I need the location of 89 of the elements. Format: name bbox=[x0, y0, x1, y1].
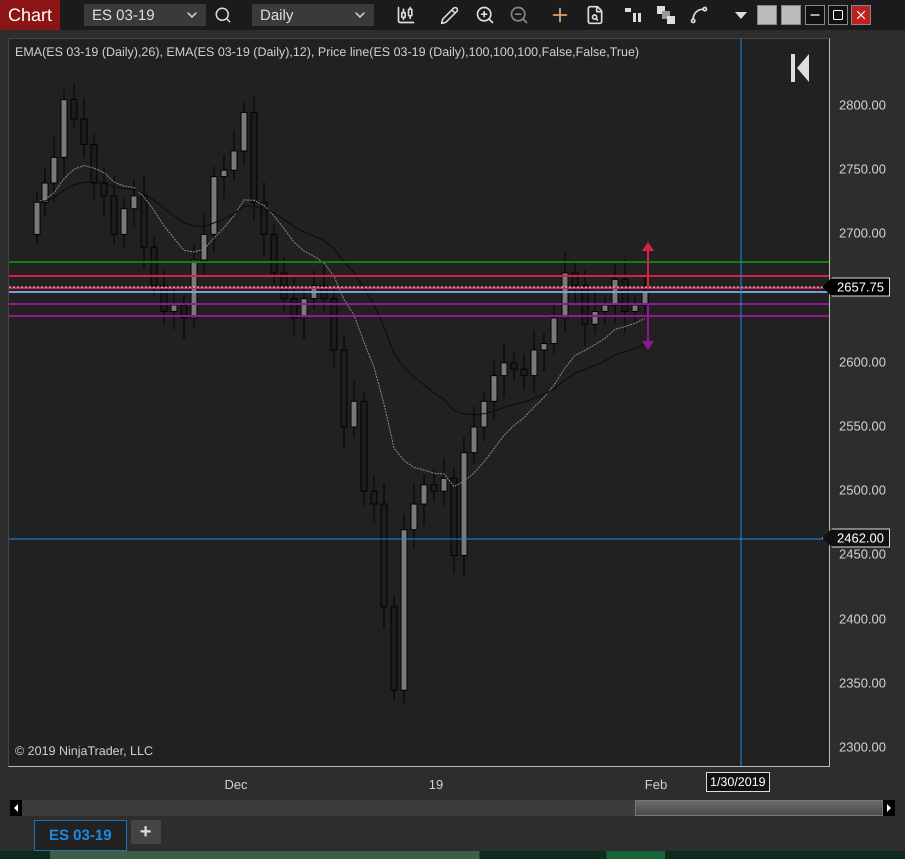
maximize-icon bbox=[832, 9, 844, 21]
candle bbox=[370, 475, 378, 523]
close-icon bbox=[854, 8, 868, 22]
candle bbox=[530, 328, 538, 394]
candle bbox=[510, 352, 518, 380]
right-arrow-icon bbox=[887, 804, 891, 812]
price-tick: 2750.00 bbox=[839, 162, 886, 177]
candle bbox=[270, 224, 278, 284]
candle bbox=[632, 294, 638, 322]
scrollbar-thumb[interactable] bbox=[635, 800, 883, 816]
candle bbox=[160, 270, 168, 326]
last-price-marker: 2657.75 bbox=[822, 278, 890, 296]
close-button[interactable] bbox=[851, 5, 871, 25]
pencil-icon[interactable] bbox=[440, 6, 459, 24]
up-arrow bbox=[642, 242, 654, 288]
candlestick-icon[interactable] bbox=[396, 5, 416, 25]
bookmark-icon bbox=[791, 54, 809, 82]
document-search-icon[interactable] bbox=[585, 5, 605, 25]
instrument-dropdown[interactable]: ES 03-19 bbox=[84, 4, 206, 26]
maximize-button[interactable] bbox=[828, 5, 848, 25]
candle bbox=[180, 294, 188, 340]
chart-tab[interactable]: ES 03-19 bbox=[34, 820, 127, 851]
candle bbox=[410, 483, 418, 548]
scroll-right-button[interactable] bbox=[883, 800, 895, 816]
time-tick: Dec bbox=[224, 777, 248, 792]
candle bbox=[130, 180, 138, 228]
crosshair-price-marker: 2462.00 bbox=[822, 528, 890, 548]
candle bbox=[80, 98, 88, 160]
candle bbox=[480, 390, 488, 442]
candle bbox=[290, 278, 298, 336]
left-arrow-icon bbox=[14, 804, 18, 812]
price-tick: 2550.00 bbox=[839, 418, 886, 434]
price-tick: 2350.00 bbox=[839, 675, 886, 690]
price-tick: 2400.00 bbox=[839, 611, 886, 626]
candle bbox=[470, 406, 478, 464]
candle bbox=[430, 468, 438, 502]
candle bbox=[300, 288, 308, 340]
search-icon[interactable] bbox=[214, 6, 232, 24]
candle bbox=[150, 236, 158, 297]
price-tick: 2700.00 bbox=[839, 226, 886, 241]
candle bbox=[612, 263, 618, 324]
price-tick: 2600.00 bbox=[839, 354, 886, 370]
candle bbox=[592, 290, 598, 336]
down-arrow bbox=[642, 304, 654, 350]
time-tick: Feb bbox=[644, 777, 668, 792]
candle bbox=[550, 302, 558, 354]
price-tick: 2800.00 bbox=[839, 98, 886, 112]
candle bbox=[420, 474, 428, 526]
add-tab-button[interactable]: + bbox=[130, 820, 161, 844]
candle bbox=[110, 174, 118, 246]
candle bbox=[310, 270, 318, 310]
candle bbox=[50, 136, 58, 202]
interval-dropdown[interactable]: Daily bbox=[252, 4, 374, 26]
candle bbox=[500, 342, 508, 398]
candle bbox=[100, 167, 108, 218]
candle bbox=[320, 264, 328, 314]
scroll-left-button[interactable] bbox=[10, 800, 22, 816]
price-tick: 2450.00 bbox=[839, 546, 886, 562]
candle bbox=[572, 262, 578, 304]
crosshair-date: 1/30/2019 bbox=[706, 772, 770, 792]
candle bbox=[90, 134, 98, 202]
candle bbox=[540, 332, 548, 372]
candle bbox=[520, 353, 528, 390]
indicator-label: EMA(ES 03-19 (Daily),26), EMA(ES 03-19 (Daily),12), Price line(ES 03-19 (Daily),100,100,100,False,False,True) bbox=[15, 45, 640, 59]
candle bbox=[490, 360, 498, 420]
candle bbox=[70, 84, 78, 130]
candle bbox=[602, 294, 608, 326]
candle bbox=[240, 102, 248, 166]
candle bbox=[200, 213, 208, 275]
minimize-button[interactable] bbox=[805, 5, 825, 25]
caret-icon[interactable] bbox=[735, 12, 747, 18]
time-tick: 19 bbox=[428, 777, 444, 792]
candle bbox=[120, 198, 128, 250]
candle bbox=[170, 284, 178, 330]
stacked-squares-icon[interactable] bbox=[657, 6, 675, 24]
chart-title: Chart bbox=[0, 0, 60, 30]
zoom-in-icon[interactable] bbox=[475, 5, 495, 25]
candle bbox=[440, 457, 448, 506]
candle bbox=[350, 380, 358, 438]
price-tick: 2500.00 bbox=[839, 482, 886, 498]
candle bbox=[280, 257, 288, 314]
candle bbox=[220, 154, 228, 199]
zoom-out-icon[interactable] bbox=[509, 5, 529, 25]
bars-icon[interactable] bbox=[625, 7, 643, 23]
line-nodes-icon[interactable] bbox=[689, 5, 709, 25]
price-tick: 2300.00 bbox=[839, 740, 886, 754]
candle bbox=[642, 276, 648, 320]
copyright-text: © 2019 NinjaTrader, LLC bbox=[15, 744, 153, 758]
candle bbox=[230, 130, 238, 181]
